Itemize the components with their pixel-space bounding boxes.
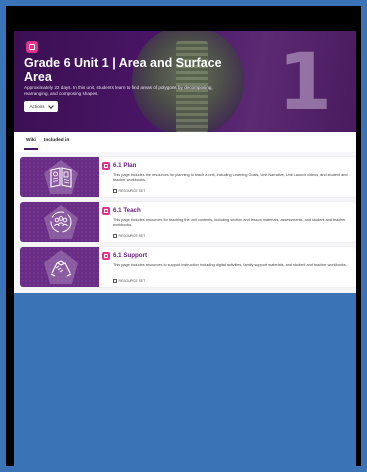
page-description: Approximately 22 days. In this unit, stu… — [24, 85, 213, 96]
list-item[interactable]: 6.1 Plan This page includes the resource… — [20, 157, 356, 197]
item-title[interactable]: 6.1 Support — [113, 252, 147, 259]
page-title: Grade 6 Unit 1 | Area and Surface Area — [24, 56, 222, 84]
unit-page: 1 Grade 6 Unit 1 | Area and Surface Area… — [14, 31, 356, 293]
unit-number: 1 — [277, 38, 332, 128]
item-meta-label: RESOURCE SET — [118, 189, 146, 193]
item-meta-label: RESOURCE SET — [118, 234, 146, 238]
resource-icon — [102, 252, 110, 260]
item-thumbnail — [20, 202, 99, 242]
tab-bar: Wiki Included in — [14, 132, 356, 153]
tab-included-in[interactable]: Included in — [44, 138, 69, 143]
empty-background-area — [14, 293, 356, 468]
list-item[interactable]: 6.1 Teach This page includes resources f… — [20, 202, 356, 242]
chevron-down-icon — [47, 102, 54, 109]
item-meta: RESOURCE SET — [113, 189, 145, 193]
resource-set-icon — [113, 234, 117, 238]
item-thumbnail — [20, 157, 99, 197]
item-thumbnail — [20, 247, 99, 287]
unit-hero-banner: 1 Grade 6 Unit 1 | Area and Surface Area… — [14, 31, 356, 132]
resource-list: 6.1 Plan This page includes the resource… — [14, 152, 356, 293]
item-meta-label: RESOURCE SET — [118, 279, 146, 283]
item-description: This page includes resources to support … — [113, 263, 347, 267]
actions-label: Actions — [29, 104, 45, 109]
tab-wiki[interactable]: Wiki — [24, 138, 38, 150]
list-item[interactable]: 6.1 Support This page includes resources… — [20, 247, 356, 287]
item-title[interactable]: 6.1 Plan — [113, 162, 136, 169]
resource-icon — [102, 207, 110, 215]
item-title[interactable]: 6.1 Teach — [113, 207, 141, 214]
resource-icon — [102, 162, 110, 170]
people-cycle-icon — [50, 211, 72, 233]
collection-icon — [26, 41, 38, 53]
actions-button[interactable]: Actions — [24, 101, 58, 112]
book-icon — [50, 167, 72, 188]
item-description: This page includes the resources for pla… — [113, 173, 348, 182]
item-meta: RESOURCE SET — [113, 279, 145, 283]
resource-set-icon — [113, 189, 117, 193]
item-meta: RESOURCE SET — [113, 234, 145, 238]
item-description: This page includes resources for teachin… — [113, 218, 346, 227]
handshake-icon — [50, 260, 72, 277]
resource-set-icon — [113, 279, 117, 283]
